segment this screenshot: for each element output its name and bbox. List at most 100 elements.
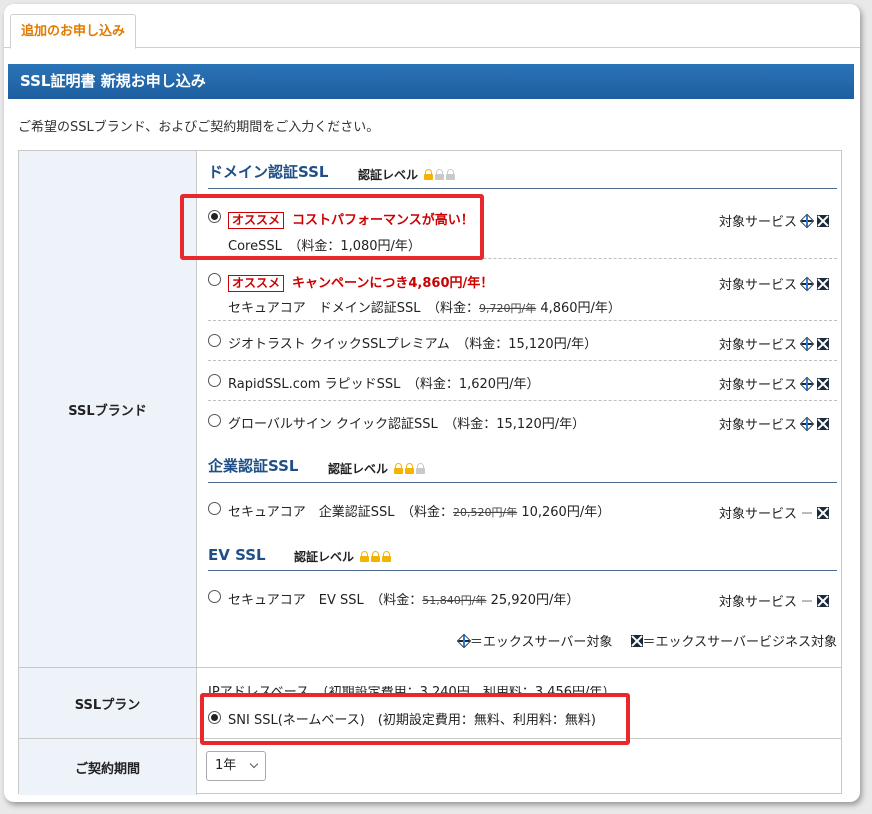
price-suffix: 4,860円/年）: [536, 301, 621, 316]
service-indicator: 対象サービス: [719, 334, 829, 353]
auth-level-label: 認証レベル: [358, 168, 419, 182]
group-name: 企業認証SSL: [208, 457, 299, 475]
xserver-icon: [799, 213, 815, 229]
option-globalsign[interactable]: グローバルサイン クイック認証SSL （料金：15,120円/年） 対象サービス: [208, 401, 837, 441]
contract-period-label: ご契約期間: [19, 739, 197, 795]
lock-icon: [416, 463, 426, 474]
group-enterprise-ssl: 企業認証SSL 認証レベル: [208, 455, 837, 483]
service-label: 対象サービス: [718, 595, 797, 610]
ssl-plan-label: SSLプラン: [19, 668, 197, 738]
business-icon: [817, 507, 829, 519]
business-icon: [817, 215, 829, 227]
old-price: 20,520円/年: [453, 506, 518, 519]
radio-button[interactable]: [208, 711, 221, 724]
option-securecore-domain[interactable]: オススメ キャンペーンにつき4,860円/年！ セキュアコア ドメイン認証SSL …: [208, 259, 837, 321]
business-icon: [630, 635, 643, 647]
option-label: グローバルサイン クイック認証SSL （料金：15,120円/年）: [228, 417, 586, 432]
promo-text: コストパフォーマンスが高い！: [292, 213, 474, 228]
option-label: セキュアコア EV SSL （料金：51,840円/年 25,920円/年）: [228, 589, 579, 608]
service-label: 対象サービス: [718, 338, 797, 353]
not-applicable-icon: [801, 595, 813, 607]
lock-icon: [382, 551, 392, 562]
lock-icon: [424, 169, 434, 180]
service-indicator: 対象サービス: [719, 374, 829, 393]
auth-level: 認証レベル: [294, 548, 392, 565]
service-label: 対象サービス: [718, 418, 797, 433]
lock-icon: [360, 551, 370, 562]
old-price: 9,720円/年: [479, 302, 537, 315]
radio-button[interactable]: [208, 414, 221, 427]
lock-icon: [405, 463, 415, 474]
price-prefix: セキュアコア 企業認証SSL （料金：: [228, 505, 453, 520]
option-price: セキュアコア ドメイン認証SSL （料金：9,720円/年 4,860円/年）: [228, 297, 621, 316]
not-applicable-icon: [801, 507, 813, 519]
lock-icon: [446, 169, 456, 180]
legend-business: ＝エックスサーバービジネス対象: [642, 635, 837, 650]
option-label: ジオトラスト クイックSSLプレミアム （料金：15,120円/年）: [228, 337, 598, 352]
legend-xserver: ＝エックスサーバー対象: [469, 635, 613, 650]
service-indicator: 対象サービス: [719, 274, 829, 293]
group-name: EV SSL: [208, 546, 266, 564]
radio-button[interactable]: [208, 502, 221, 515]
option-coressl[interactable]: オススメ コストパフォーマンスが高い！ CoreSSL （料金：1,080円/年）…: [208, 197, 837, 259]
price-suffix: 25,920円/年）: [486, 593, 580, 608]
tab-additional-application[interactable]: 追加のお申し込み: [10, 14, 137, 49]
price-suffix: 10,260円/年）: [517, 505, 611, 520]
service-indicator: 対象サービス: [719, 591, 829, 610]
xserver-icon: [799, 416, 815, 432]
service-label: 対象サービス: [718, 215, 797, 230]
option-geotrust[interactable]: ジオトラスト クイックSSLプレミアム （料金：15,120円/年） 対象サービ…: [208, 321, 837, 361]
plan-option-ip-label: IPアドレスベース （初期設定費用：3,240円、利用料：3,456円/年）: [208, 686, 616, 695]
contract-period-field: 1年: [198, 739, 841, 795]
plan-option-sni-label: SNI SSL(ネームベース) (初期設定費用：無料、利用料：無料): [228, 713, 596, 728]
xserver-icon: [799, 276, 815, 292]
group-name: ドメイン認証SSL: [208, 163, 329, 181]
lock-icon: [435, 169, 445, 180]
auth-level: 認証レベル: [328, 460, 426, 477]
business-icon: [817, 278, 829, 290]
auth-level: 認証レベル: [358, 166, 456, 183]
page-panel: 追加のお申し込み SSL証明書 新規お申し込み ご希望のSSLブランド、およびご…: [4, 4, 860, 802]
option-label: RapidSSL.com ラピッドSSL （料金：1,620円/年）: [228, 377, 540, 392]
radio-button[interactable]: [208, 374, 221, 387]
radio-button[interactable]: [208, 334, 221, 347]
price-prefix: セキュアコア ドメイン認証SSL （料金：: [228, 301, 479, 316]
option-securecore-ev[interactable]: セキュアコア EV SSL （料金：51,840円/年 25,920円/年） 対…: [208, 579, 837, 619]
service-indicator: 対象サービス: [719, 414, 829, 433]
old-price: 51,840円/年: [422, 594, 487, 607]
radio-button[interactable]: [208, 590, 221, 603]
xserver-icon: [799, 336, 815, 352]
xserver-icon: [799, 376, 815, 392]
option-securecore-ov[interactable]: セキュアコア 企業認証SSL （料金：20,520円/年 10,260円/年） …: [208, 491, 837, 531]
ssl-brand-label: SSLブランド: [19, 151, 197, 667]
auth-level-label: 認証レベル: [328, 462, 389, 476]
service-indicator: 対象サービス: [719, 503, 829, 522]
chevron-down-icon: [249, 759, 259, 769]
option-promo-line: オススメ コストパフォーマンスが高い！: [228, 209, 474, 229]
promo-text: キャンペーンにつき4,860円/年！: [292, 276, 494, 291]
contract-period-value: 1年: [215, 758, 237, 773]
radio-button[interactable]: [208, 210, 221, 223]
option-promo-line: オススメ キャンペーンにつき4,860円/年！: [228, 272, 493, 292]
business-icon: [817, 418, 829, 430]
business-icon: [817, 378, 829, 390]
tab-strip: 追加のお申し込み: [4, 4, 860, 49]
contract-period-select[interactable]: 1年: [206, 751, 266, 781]
service-label: 対象サービス: [718, 278, 797, 293]
intro-text: ご希望のSSLブランド、およびご契約期間をご入力ください。: [18, 120, 380, 135]
price-prefix: セキュアコア EV SSL （料金：: [228, 593, 423, 608]
group-domain-ssl: ドメイン認証SSL 認証レベル: [208, 161, 837, 189]
service-indicator: 対象サービス: [719, 211, 829, 230]
group-ev-ssl: EV SSL 認証レベル: [208, 543, 837, 571]
business-icon: [817, 338, 829, 350]
plan-option-ip-clipped[interactable]: IPアドレスベース （初期設定費用：3,240円、利用料：3,456円/年）: [208, 686, 658, 695]
section-title: SSL証明書 新規お申し込み: [8, 64, 854, 99]
radio-button[interactable]: [208, 273, 221, 286]
auth-level-label: 認証レベル: [294, 550, 355, 564]
service-label: 対象サービス: [718, 507, 797, 522]
business-icon: [817, 595, 829, 607]
option-rapidssl[interactable]: RapidSSL.com ラピッドSSL （料金：1,620円/年） 対象サービ…: [208, 361, 837, 401]
recommend-badge: オススメ: [228, 275, 285, 292]
lock-icon: [371, 551, 381, 562]
ssl-plan-options: IPアドレスベース （初期設定費用：3,240円、利用料：3,456円/年） S…: [198, 668, 841, 738]
